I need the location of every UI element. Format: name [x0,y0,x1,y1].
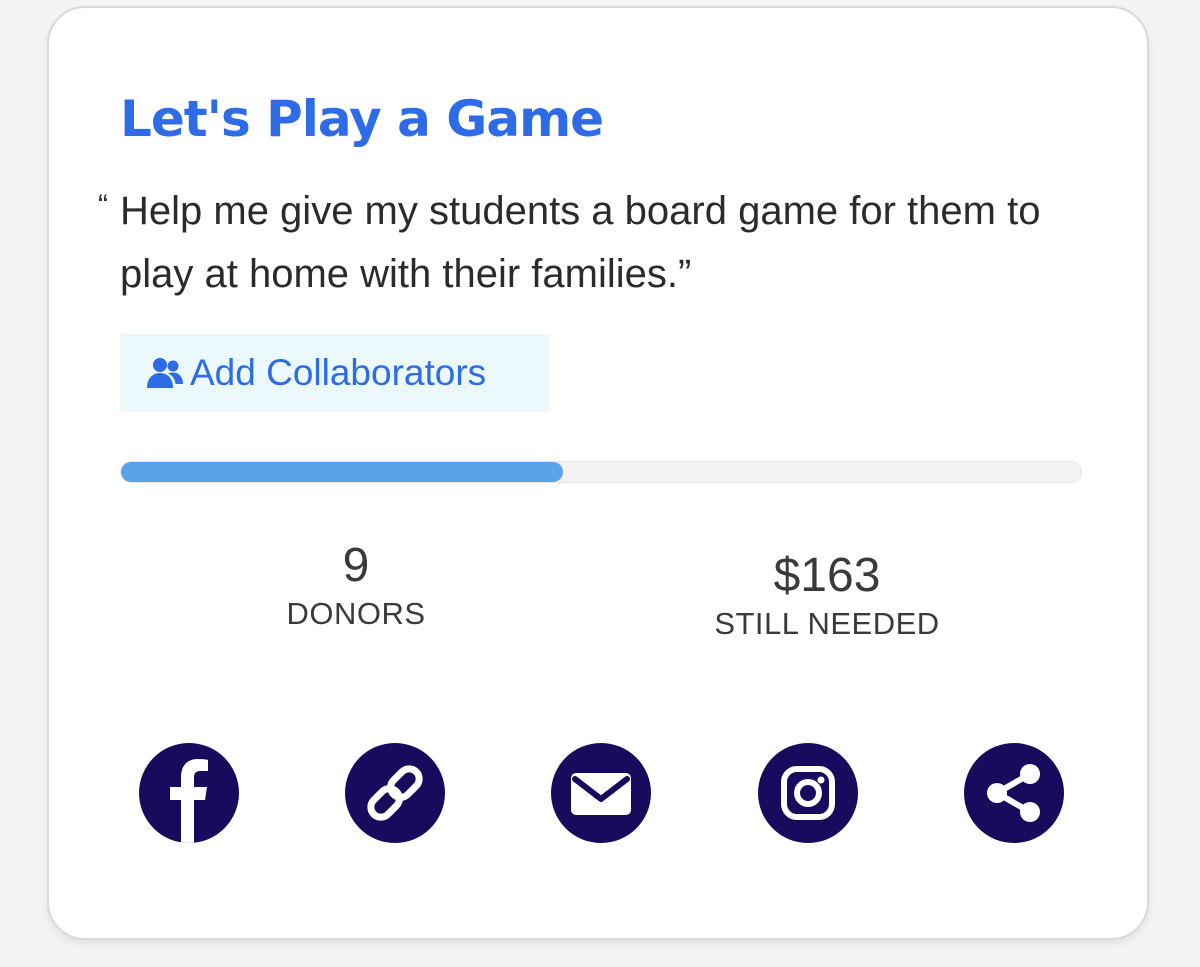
email-icon [571,773,631,815]
facebook-icon [170,759,208,843]
project-title[interactable]: Let's Play a Game [120,90,604,148]
share-buttons [139,743,1065,843]
donors-label: DONORS [286,596,426,631]
still-needed-label: STILL NEEDED [714,606,940,641]
copy-link-button[interactable] [345,743,445,843]
project-card: Let's Play a Game “ Help me give my stud… [47,6,1149,940]
project-quote-text: Help me give my students a board game fo… [120,189,1041,296]
add-collaborators-label: Add Collaborators [190,352,487,393]
still-needed-stat: $163 STILL NEEDED [677,548,977,644]
add-collaborators-button[interactable]: Add Collaborators [120,334,550,412]
link-icon [367,765,423,821]
donors-stat: 9 DONORS [256,538,456,634]
open-quote-mark: “ [98,189,108,222]
share-icon [987,764,1040,822]
funding-progress-bar [120,461,1082,483]
facebook-share-button[interactable] [139,743,239,843]
funding-progress-fill [121,462,563,482]
users-icon [146,354,184,392]
still-needed-amount: $163 [773,549,881,602]
email-share-button[interactable] [551,743,651,843]
donors-count: 9 [342,539,370,592]
instagram-share-button[interactable] [758,743,858,843]
instagram-icon [781,766,835,820]
share-button[interactable] [964,743,1064,843]
project-quote: “ Help me give my students a board game … [98,180,1100,306]
